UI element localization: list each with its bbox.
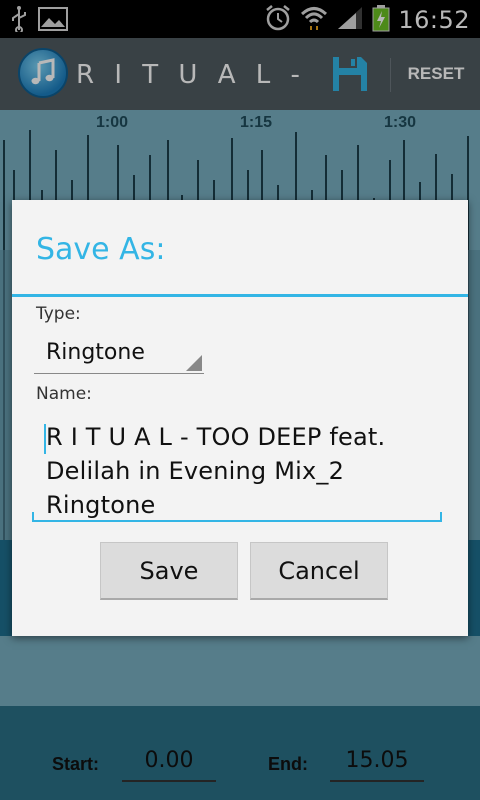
- dialog-title-divider: [12, 294, 468, 297]
- dropdown-corner-icon: [186, 355, 202, 371]
- name-field-value: R I T U A L - TOO DEEP feat. Delilah in …: [46, 423, 386, 519]
- type-spinner-value: Ringtone: [46, 340, 145, 365]
- save-button[interactable]: Save: [100, 542, 238, 600]
- name-label: Name:: [36, 384, 92, 404]
- save-as-dialog: Save As: Type: Ringtone Name: R I T U A …: [12, 200, 468, 636]
- dialog-title: Save As:: [36, 232, 166, 267]
- name-field[interactable]: R I T U A L - TOO DEEP feat. Delilah in …: [32, 414, 442, 522]
- cancel-button[interactable]: Cancel: [250, 542, 388, 600]
- type-label: Type:: [36, 304, 81, 324]
- type-spinner[interactable]: Ringtone: [34, 334, 204, 374]
